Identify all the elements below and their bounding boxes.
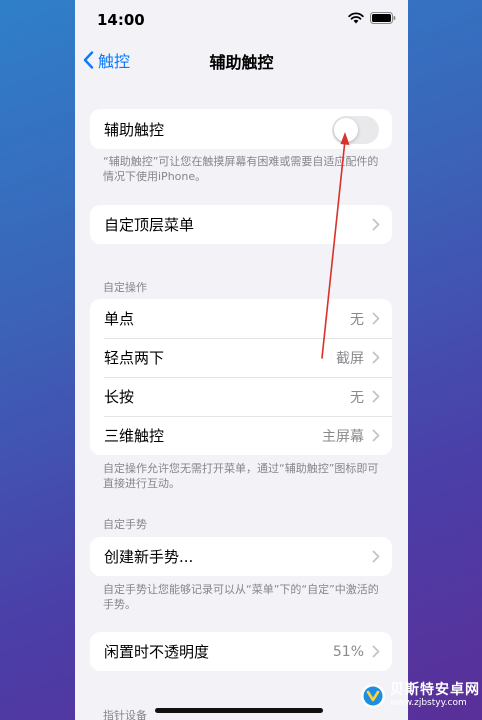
settings-screen: 14:00 触控 辅助触控 辅助触控 “辅助触控”可让您在触摸屏幕有困难或需要自… [75,0,408,720]
action-value: 主屏幕 [322,428,364,445]
top-menu-row[interactable]: 自定顶层菜单 [90,205,392,244]
create-gesture-label: 创建新手势... [104,548,194,566]
idle-opacity-label: 闲置时不透明度 [104,643,210,661]
chevron-right-icon [372,429,380,442]
chevron-right-icon [372,351,380,364]
create-gesture-row[interactable]: 创建新手势... [90,537,392,576]
custom-actions-group: 单点 无 轻点两下 截屏 长按 无 三维触控 主屏幕 [90,299,392,455]
custom-actions-header: 自定操作 [103,281,147,294]
action-value: 截屏 [336,350,364,367]
home-indicator [155,708,323,713]
watermark-text: 贝斯特安卓网 www.zjbstyy.com [390,682,480,709]
watermark-name: 贝斯特安卓网 [390,682,480,698]
custom-gestures-caption: 自定手势让您能够记录可以从“菜单”下的“自定”中激活的手势。 [103,583,379,611]
action-label: 三维触控 [104,427,165,445]
action-row-long-press[interactable]: 长按 无 [90,377,392,416]
action-value: 无 [350,311,364,328]
action-row-double-tap[interactable]: 轻点两下 截屏 [90,338,392,377]
custom-gestures-header: 自定手势 [103,518,147,531]
action-value: 无 [350,389,364,406]
pointer-devices-header: 指针设备 [103,709,147,720]
action-row-single-tap[interactable]: 单点 无 [90,299,392,338]
chevron-right-icon [372,550,380,563]
idle-opacity-value: 51% [332,643,364,660]
custom-gestures-group: 创建新手势... [90,537,392,576]
watermark-url: www.zjbstyy.com [390,698,467,708]
assistive-touch-row: 辅助触控 [90,109,392,149]
assistive-touch-group: 辅助触控 [90,109,392,149]
chevron-right-icon [372,218,380,231]
assistive-touch-caption: “辅助触控”可让您在触摸屏幕有困难或需要自适应配件的情况下使用iPhone。 [103,155,379,183]
wifi-icon [348,12,364,24]
action-label: 长按 [104,388,135,406]
status-time: 14:00 [97,11,145,29]
status-icons [348,12,396,24]
assistive-touch-toggle[interactable] [332,116,379,144]
action-row-3d-touch[interactable]: 三维触控 主屏幕 [90,416,392,455]
watermark-logo-icon [361,683,385,708]
idle-opacity-row[interactable]: 闲置时不透明度 51% [90,632,392,671]
custom-actions-caption: 自定操作允许您无需打开菜单，通过“辅助触控”图标即可直接进行互动。 [103,462,379,490]
top-menu-group: 自定顶层菜单 [90,205,392,244]
chevron-right-icon [372,312,380,325]
page-title: 辅助触控 [209,53,274,72]
navigation-bar: 触控 辅助触控 [75,42,408,76]
chevron-right-icon [372,390,380,403]
top-menu-label: 自定顶层菜单 [104,216,195,234]
assistive-touch-label: 辅助触控 [104,120,165,139]
status-bar: 14:00 [75,0,408,40]
idle-opacity-group: 闲置时不透明度 51% [90,632,392,671]
watermark: 贝斯特安卓网 www.zjbstyy.com [360,682,480,709]
battery-icon [370,12,396,24]
chevron-right-icon [372,645,380,658]
action-label: 轻点两下 [104,349,165,367]
action-label: 单点 [104,310,135,328]
toggle-knob [334,118,358,142]
